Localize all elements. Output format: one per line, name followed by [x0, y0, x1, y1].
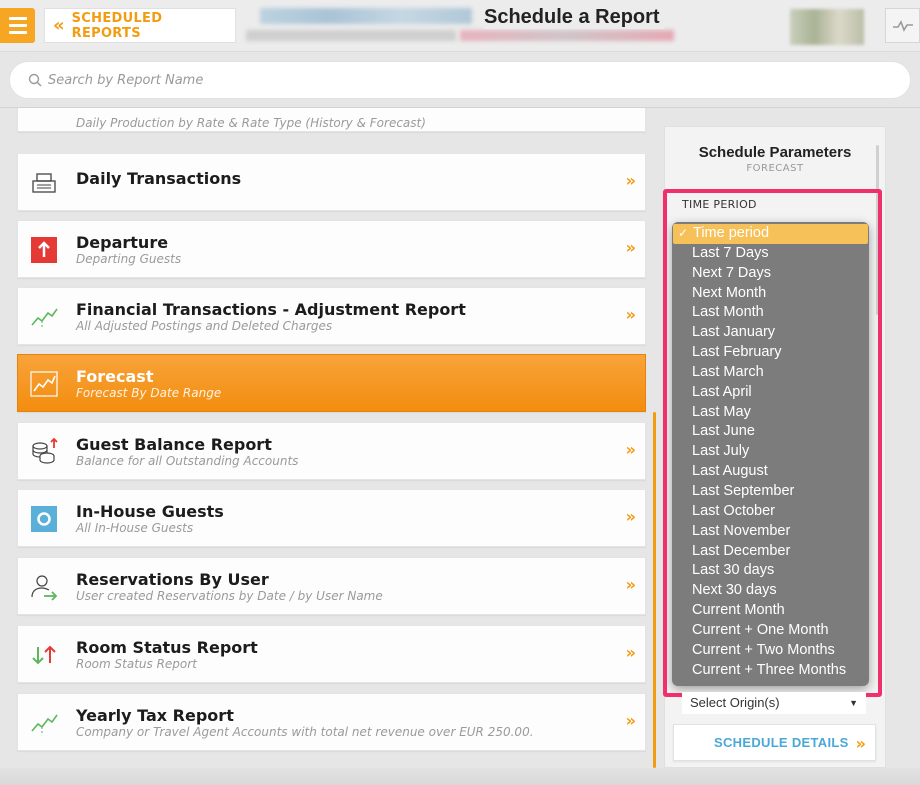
coins-icon — [30, 438, 58, 466]
report-item-in-house-guests[interactable]: In-House Guests All In-House Guests » — [17, 489, 646, 547]
report-item-daily-production[interactable]: Daily Production by Rate & Rate Type (Hi… — [17, 108, 646, 132]
double-chevron-right-icon: » — [855, 734, 866, 753]
departure-arrow-icon — [30, 236, 58, 264]
report-title: Guest Balance Report — [76, 435, 272, 454]
list-scroll-indicator[interactable] — [653, 412, 656, 768]
double-chevron-right-icon: » — [625, 238, 636, 257]
report-subtitle: Balance for all Outstanding Accounts — [76, 454, 299, 468]
report-item-room-status[interactable]: Room Status Report Room Status Report » — [17, 625, 646, 683]
double-chevron-right-icon: » — [625, 305, 636, 324]
report-item-guest-balance[interactable]: Guest Balance Report Balance for all Out… — [17, 422, 646, 480]
origin-select[interactable]: Select Origin(s) ▼ — [682, 692, 866, 714]
schedule-details-button[interactable]: SCHEDULE DETAILS » — [673, 724, 876, 761]
report-title: Reservations By User — [76, 570, 269, 589]
top-bar: « SCHEDULED REPORTS Schedule a Report — [0, 0, 920, 52]
cash-register-icon — [30, 169, 58, 197]
report-title: Room Status Report — [76, 638, 258, 657]
user-icon — [30, 573, 58, 601]
bottom-shade — [0, 768, 920, 785]
avatar[interactable] — [790, 9, 864, 45]
double-chevron-right-icon: » — [625, 711, 636, 730]
origin-select-value: Select Origin(s) — [690, 695, 780, 710]
report-item-daily-transactions[interactable]: Daily Transactions » — [17, 153, 646, 211]
report-list: Daily Production by Rate & Rate Type (Hi… — [0, 108, 660, 785]
activity-button[interactable] — [885, 8, 920, 43]
trend-chart-icon — [30, 709, 58, 737]
double-chevron-right-icon: » — [625, 643, 636, 662]
page-title: Schedule a Report — [484, 6, 664, 29]
blurred-hotel-info — [460, 30, 674, 41]
report-subtitle: Forecast By Date Range — [76, 386, 222, 400]
report-item-reservations-by-user[interactable]: Reservations By User User created Reserv… — [17, 557, 646, 615]
double-chevron-right-icon: » — [625, 440, 636, 459]
highlight-box — [663, 189, 882, 697]
report-title: Forecast — [76, 367, 154, 386]
double-chevron-right-icon: » — [625, 171, 636, 190]
report-item-departure[interactable]: Departure Departing Guests » — [17, 220, 646, 278]
report-item-forecast[interactable]: Forecast Forecast By Date Range — [17, 354, 646, 412]
search-bar — [9, 61, 911, 99]
search-icon — [28, 73, 42, 87]
panel-title: Schedule Parameters — [698, 144, 852, 161]
in-house-icon — [30, 505, 58, 533]
hamburger-icon-bar — [8, 31, 27, 34]
blurred-hotel-info — [246, 30, 456, 41]
report-subtitle: Departing Guests — [76, 252, 182, 266]
report-title: Daily Transactions — [76, 169, 242, 188]
report-subtitle: Room Status Report — [76, 657, 197, 671]
panel-subtitle: FORECAST — [746, 163, 804, 174]
forecast-chart-icon — [30, 370, 58, 398]
double-chevron-left-icon: « — [53, 15, 65, 36]
back-button-label: SCHEDULED REPORTS — [71, 10, 163, 41]
trend-chart-icon — [30, 303, 58, 331]
double-chevron-right-icon: » — [625, 575, 636, 594]
report-item-yearly-tax[interactable]: Yearly Tax Report Company or Travel Agen… — [17, 693, 646, 751]
schedule-details-label: SCHEDULE DETAILS — [714, 735, 849, 750]
caret-down-icon: ▼ — [849, 698, 858, 708]
up-down-arrows-icon — [30, 641, 58, 669]
report-subtitle: User created Reservations by Date / by U… — [76, 589, 383, 603]
hamburger-icon-bar — [8, 24, 27, 27]
search-input[interactable] — [48, 72, 868, 88]
report-title: Yearly Tax Report — [76, 706, 234, 725]
activity-icon — [892, 19, 913, 32]
report-title: Financial Transactions - Adjustment Repo… — [76, 300, 466, 319]
hamburger-menu-button[interactable] — [0, 8, 35, 43]
report-item-financial-transactions[interactable]: Financial Transactions - Adjustment Repo… — [17, 287, 646, 345]
blurred-hotel-name — [260, 8, 472, 24]
double-chevron-right-icon: » — [625, 507, 636, 526]
report-subtitle: Company or Travel Agent Accounts with to… — [76, 725, 534, 739]
report-subtitle: All Adjusted Postings and Deleted Charge… — [76, 319, 333, 333]
scheduled-reports-back-button[interactable]: « SCHEDULED REPORTS — [44, 8, 236, 43]
report-subtitle: Daily Production by Rate & Rate Type (Hi… — [76, 116, 426, 130]
report-title: Departure — [76, 233, 169, 252]
report-subtitle: All In-House Guests — [76, 521, 194, 535]
report-title: In-House Guests — [76, 502, 224, 521]
hamburger-icon-bar — [8, 17, 27, 20]
